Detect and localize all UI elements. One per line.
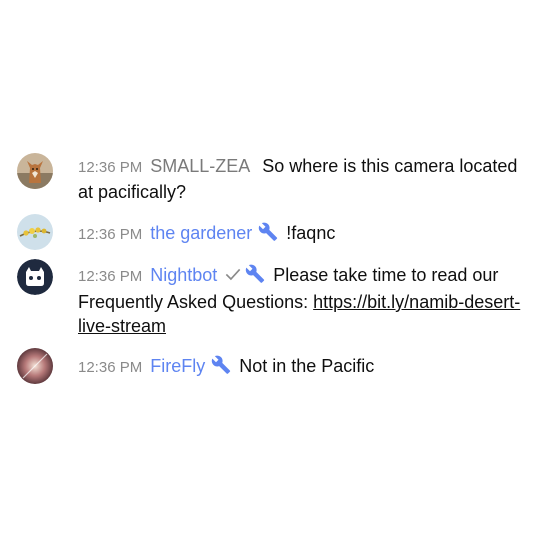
message-text: Not in the Pacific xyxy=(239,356,375,376)
author-name[interactable]: FireFly xyxy=(150,356,205,376)
flower-avatar[interactable] xyxy=(17,214,53,250)
author-name[interactable]: SMALL-ZEA xyxy=(150,156,250,176)
author-name[interactable]: Nightbot xyxy=(150,265,217,285)
fox-avatar[interactable] xyxy=(17,153,53,189)
wrench-icon xyxy=(258,222,278,248)
live-chat-list: 12:36 PM SMALL-ZEA So where is this camera… xyxy=(0,0,540,540)
firefly-avatar[interactable] xyxy=(17,348,53,384)
author-name[interactable]: the gardener xyxy=(150,223,252,243)
nightbot-avatar[interactable] xyxy=(17,259,53,295)
message-timestamp: 12:36 PM xyxy=(78,159,143,176)
checkmark-icon xyxy=(223,264,243,290)
wrench-icon xyxy=(211,355,231,381)
message-timestamp: 12:36 PM xyxy=(78,359,143,376)
message-text: So where is this camera located at pacif… xyxy=(78,156,518,202)
message-text: !faqnc xyxy=(286,223,336,243)
message-timestamp: 12:36 PM xyxy=(78,226,143,243)
message-timestamp: 12:36 PM xyxy=(78,268,143,285)
wrench-icon xyxy=(245,264,265,290)
